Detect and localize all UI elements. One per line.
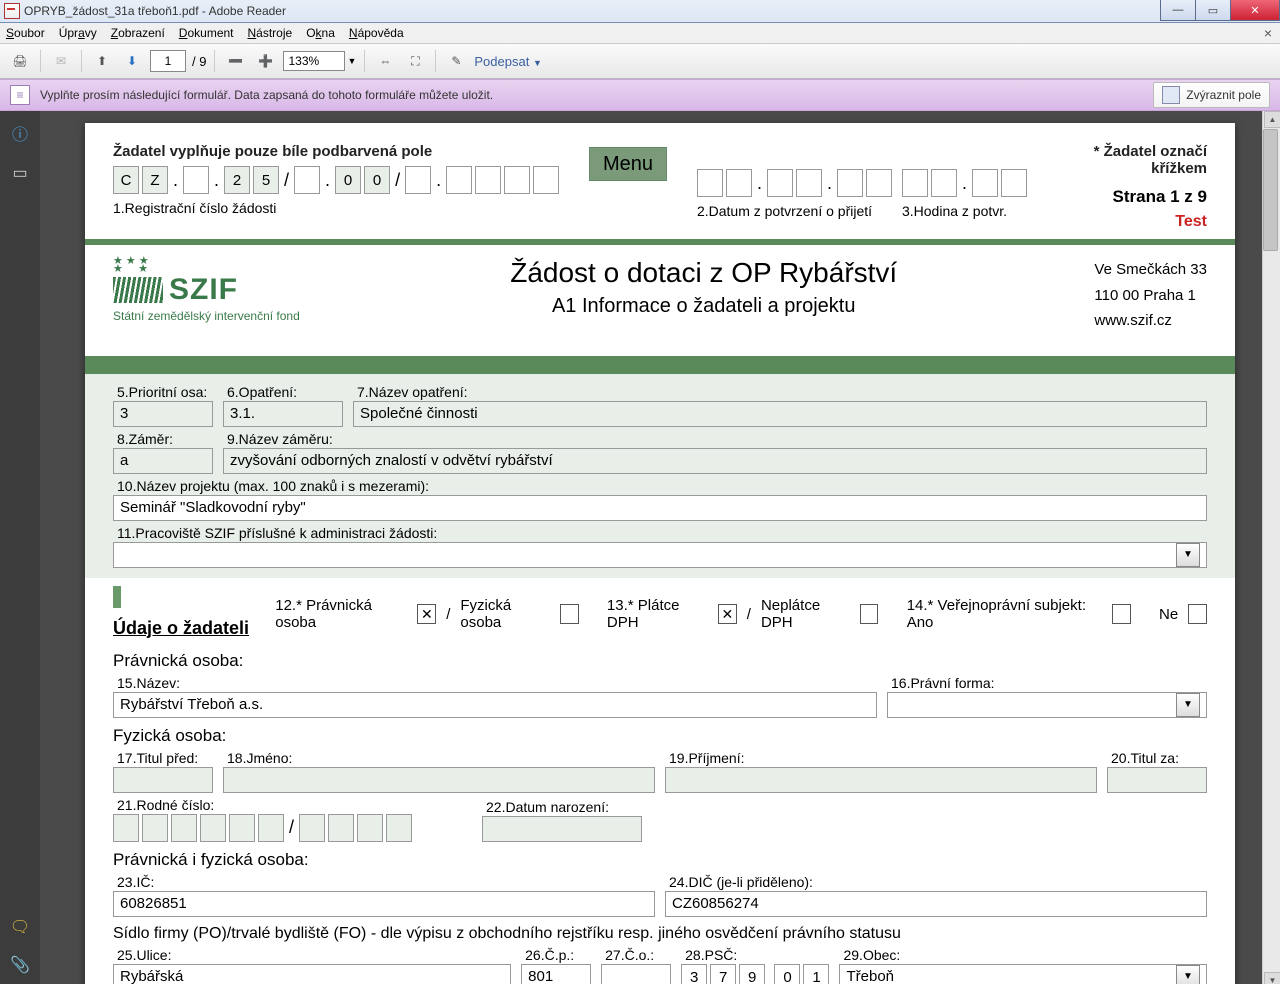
page-up-icon[interactable]: ⬆: [90, 49, 114, 73]
info-icon[interactable]: ⓘ: [10, 123, 30, 143]
menu-bar: Soubor Úpravy Zobrazení Dokument Nástroj…: [0, 23, 1280, 44]
menu-tools[interactable]: Nástroje: [248, 26, 293, 40]
menubar-close-icon[interactable]: ×: [1264, 25, 1272, 41]
chk-neplatce[interactable]: [860, 604, 879, 624]
highlight-icon: [1162, 86, 1180, 104]
form-menu-button[interactable]: Menu: [589, 147, 667, 181]
field-7: Společné činnosti: [353, 401, 1207, 427]
field-10[interactable]: Seminář "Sladkovodní ryby": [113, 495, 1207, 521]
close-button[interactable]: ✕: [1230, 0, 1280, 21]
highlight-fields-button[interactable]: Zvýraznit pole: [1153, 82, 1270, 108]
chk-fyzicka[interactable]: [560, 604, 579, 624]
field-11[interactable]: ▼: [113, 542, 1207, 568]
label-2: 2.Datum z potvrzení o přijetí: [697, 203, 892, 219]
zoom-input[interactable]: [283, 51, 345, 71]
field-22: [482, 816, 642, 842]
menu-help[interactable]: Nápověda: [349, 26, 404, 40]
edit-icon[interactable]: ✎: [444, 49, 468, 73]
field-5: 3: [113, 401, 213, 427]
title-bar: OPRYB_žádost_31a třeboň1.pdf - Adobe Rea…: [0, 0, 1280, 23]
pages-icon[interactable]: ▭: [10, 163, 30, 183]
label-1: 1.Registrační číslo žádosti: [113, 200, 559, 216]
field-25[interactable]: Rybářská: [113, 964, 511, 984]
email-icon[interactable]: ✉: [49, 49, 73, 73]
vertical-scrollbar[interactable]: ▲ ▼: [1262, 111, 1280, 984]
test-label: Test: [1037, 213, 1207, 231]
field-8: a: [113, 448, 213, 474]
chk-verejno-ne[interactable]: [1188, 604, 1207, 624]
chk-pravnicka[interactable]: ✕: [417, 604, 436, 624]
form-message-bar: ≡ Vyplňte prosím následující formulář. D…: [0, 79, 1280, 111]
pdf-icon: [4, 3, 20, 19]
fit-width-icon[interactable]: ⇔: [373, 49, 397, 73]
window-title: OPRYB_žádost_31a třeboň1.pdf - Adobe Rea…: [24, 4, 286, 18]
page-number-input[interactable]: [150, 50, 186, 72]
field-26[interactable]: 801: [521, 964, 591, 984]
dropdown-icon[interactable]: ▼: [1176, 693, 1200, 717]
zoom-in-icon[interactable]: ➕: [253, 49, 277, 73]
toolbar: 🖨 ✉ ⬆ ⬇ / 9 ➖ ➕ ▼ ⇔ ⛶ ✎ Podepsat ▼: [0, 44, 1280, 79]
field-17: [113, 767, 213, 793]
form-icon: ≡: [10, 85, 30, 105]
field-18: [223, 767, 655, 793]
side-panel: ⓘ ▭ 🗨 📎: [0, 111, 40, 984]
label-3: 3.Hodina z potvr.: [902, 203, 1027, 219]
field-24[interactable]: CZ60856274: [665, 891, 1207, 917]
menu-windows[interactable]: Okna: [306, 26, 335, 40]
menu-view[interactable]: Zobrazení: [111, 26, 165, 40]
field-19: [665, 767, 1097, 793]
minimize-button[interactable]: —: [1160, 0, 1196, 21]
field-15[interactable]: Rybářství Třeboň a.s.: [113, 692, 877, 718]
registration-row: C Z . . 2 5 / . 0 0 /: [113, 166, 559, 194]
field-29[interactable]: Třeboň▼: [839, 964, 1207, 984]
address-block: Ve Smečkách 33 110 00 Praha 1 www.szif.c…: [1094, 257, 1207, 334]
dropdown-icon[interactable]: ▼: [1176, 965, 1200, 984]
field-20: [1107, 767, 1207, 793]
menu-document[interactable]: Dokument: [179, 26, 234, 40]
form-title: Žádost o dotaci z OP Rybářství: [343, 257, 1064, 289]
pdf-page: Žadatel vyplňuje pouze bíle podbarvená p…: [85, 123, 1235, 984]
fit-page-icon[interactable]: ⛶: [403, 49, 427, 73]
comments-icon[interactable]: 🗨: [10, 917, 30, 937]
form-subtitle: A1 Informace o žadateli a projektu: [343, 295, 1064, 318]
print-icon[interactable]: 🖨: [8, 49, 32, 73]
field-27[interactable]: [601, 964, 671, 984]
page-indicator: Strana 1 z 9: [1037, 187, 1207, 207]
zoom-out-icon[interactable]: ➖: [223, 49, 247, 73]
attachments-icon[interactable]: 📎: [10, 955, 30, 975]
scroll-thumb[interactable]: [1263, 129, 1278, 251]
field-23[interactable]: 60826851: [113, 891, 655, 917]
szif-logo: ★ ★ ★★ ★ SZIF Státní zemědělský interven…: [113, 257, 313, 323]
scroll-up-icon[interactable]: ▲: [1264, 111, 1280, 128]
section-applicant: Údaje o žadateli: [113, 618, 249, 639]
field-9: zvyšování odborných znalostí v odvětví r…: [223, 448, 1207, 474]
instruction-label: Žadatel vyplňuje pouze bíle podbarvená p…: [113, 143, 559, 160]
scroll-down-icon[interactable]: ▼: [1264, 972, 1280, 984]
mark-label: * Žadatel označí křížkem: [1037, 143, 1207, 177]
menu-file[interactable]: Soubor: [6, 26, 45, 40]
zoom-dropdown-icon[interactable]: ▼: [347, 56, 356, 66]
form-message: Vyplňte prosím následující formulář. Dat…: [40, 88, 493, 102]
dropdown-icon[interactable]: ▼: [1176, 543, 1200, 567]
sign-link[interactable]: Podepsat ▼: [474, 54, 541, 69]
maximize-button[interactable]: ▭: [1195, 0, 1231, 21]
document-area[interactable]: Žadatel vyplňuje pouze bíle podbarvená p…: [40, 111, 1280, 984]
chk-platce[interactable]: ✕: [718, 604, 737, 624]
menu-edit[interactable]: Úpravy: [59, 26, 97, 40]
field-16[interactable]: ▼: [887, 692, 1207, 718]
field-6: 3.1.: [223, 401, 343, 427]
page-down-icon[interactable]: ⬇: [120, 49, 144, 73]
chk-verejno-ano[interactable]: [1112, 604, 1131, 624]
page-total: / 9: [192, 54, 206, 69]
